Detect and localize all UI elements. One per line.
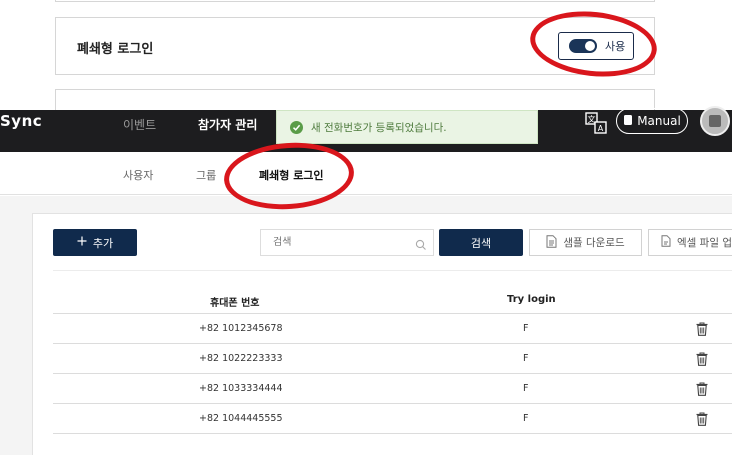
trash-icon[interactable] <box>696 411 708 430</box>
app-logo[interactable]: Sync <box>0 112 42 130</box>
phone-cell: +82 1033334444 <box>199 383 283 394</box>
toast-message: 새 전화번호가 등록되었습니다. <box>311 121 447 134</box>
check-circle-icon <box>290 120 303 134</box>
nav-participant-management[interactable]: 참가자 관리 <box>198 116 257 133</box>
translate-icon[interactable]: 文 A <box>585 112 607 134</box>
closed-login-title: 폐쇄형 로그인 <box>77 42 154 57</box>
sub-tab-bar: 사용자 그룹 폐쇄형 로그인 <box>0 152 732 195</box>
column-header-try-login[interactable]: Try login <box>507 294 556 305</box>
try-login-cell: F <box>523 323 529 334</box>
table-bottom-border <box>53 433 732 434</box>
upload-file-icon <box>661 235 671 250</box>
trash-icon[interactable] <box>696 381 708 400</box>
try-login-cell: F <box>523 383 529 394</box>
plus-icon <box>77 236 87 249</box>
tab-users[interactable]: 사용자 <box>123 167 153 183</box>
manual-button[interactable]: Manual <box>616 108 688 134</box>
table-row: +82 1012345678 F <box>53 313 732 343</box>
toolbar-divider <box>53 270 732 271</box>
phone-cell: +82 1022223333 <box>199 353 283 364</box>
avatar[interactable] <box>700 106 730 136</box>
success-toast: 새 전화번호가 등록되었습니다. <box>276 110 538 144</box>
try-login-cell: F <box>523 353 529 364</box>
svg-text:A: A <box>598 124 604 133</box>
nav-events[interactable]: 이벤트 <box>123 116 156 133</box>
trash-icon[interactable] <box>696 321 708 340</box>
search-button[interactable]: 검색 <box>439 229 523 256</box>
trash-icon[interactable] <box>696 351 708 370</box>
add-button[interactable]: 추가 <box>53 229 137 256</box>
column-header-phone[interactable]: 휴대폰 번호 <box>210 294 259 309</box>
document-icon <box>546 234 557 251</box>
previous-settings-card <box>55 0 655 2</box>
sample-download-button[interactable]: 샘플 다운로드 <box>529 229 642 256</box>
search-icon[interactable] <box>415 236 427 255</box>
book-icon <box>623 114 633 129</box>
search-input[interactable] <box>261 230 401 255</box>
add-label: 추가 <box>92 236 114 250</box>
svg-text:文: 文 <box>588 114 596 124</box>
table-row: +82 1033334444 F <box>53 373 732 403</box>
try-login-cell: F <box>523 413 529 424</box>
table-row: +82 1022223333 F <box>53 343 732 373</box>
table-row: +82 1044445555 F <box>53 403 732 433</box>
excel-upload-button[interactable]: 엑셀 파일 업로드 <box>648 229 732 256</box>
search-box <box>260 229 434 256</box>
sample-download-label: 샘플 다운로드 <box>563 237 625 249</box>
phone-cell: +82 1044445555 <box>199 413 283 424</box>
search-button-label: 검색 <box>470 236 492 250</box>
tab-groups[interactable]: 그룹 <box>196 167 216 183</box>
excel-upload-label: 엑셀 파일 업로드 <box>677 237 732 249</box>
manual-label: Manual <box>637 114 681 128</box>
phone-cell: +82 1012345678 <box>199 323 283 334</box>
